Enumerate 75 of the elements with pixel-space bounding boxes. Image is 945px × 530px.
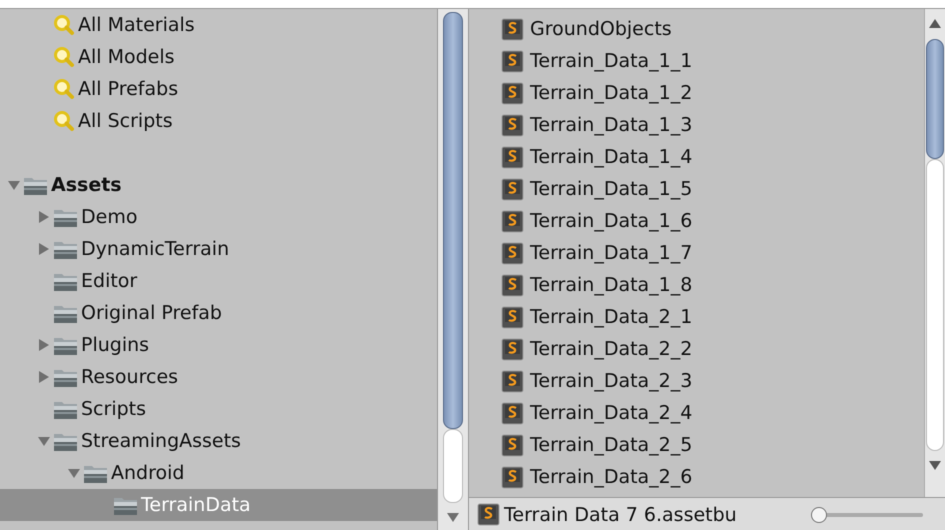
- script-file-icon: [501, 338, 524, 360]
- scroll-up-icon: [929, 17, 941, 29]
- scrollbar-thumb[interactable]: [926, 39, 944, 159]
- asset-item[interactable]: Terrain_Data_1_4: [530, 145, 692, 169]
- folder-label: DynamicTerrain: [81, 237, 230, 261]
- collapse-arrow-icon[interactable]: [38, 435, 50, 447]
- asset-item[interactable]: Terrain_Data_1_6: [530, 209, 692, 233]
- script-file-icon: [501, 210, 524, 232]
- selected-asset-name: Terrain Data 7 6.assetbu: [504, 504, 737, 526]
- folder-label: StreamingAssets: [81, 429, 241, 453]
- script-file-icon: [501, 114, 524, 136]
- saved-search-item[interactable]: All Scripts: [78, 109, 173, 133]
- asset-item[interactable]: Terrain_Data_2_3: [530, 369, 692, 393]
- asset-item[interactable]: Terrain_Data_2_2: [530, 337, 692, 361]
- folder-label: Plugins: [81, 333, 150, 357]
- folder-label: Android: [111, 461, 184, 485]
- scrollbar-thumb[interactable]: [443, 12, 463, 429]
- script-file-icon: [501, 274, 524, 296]
- script-file-icon: [501, 82, 524, 104]
- search-icon: [53, 78, 75, 100]
- asset-item[interactable]: Terrain_Data_1_8: [530, 273, 692, 297]
- expand-arrow-icon[interactable]: [38, 211, 50, 223]
- expand-arrow-icon[interactable]: [38, 339, 50, 351]
- asset-item[interactable]: GroundObjects: [530, 17, 672, 41]
- folder-row[interactable]: DynamicTerrain: [0, 233, 437, 265]
- folder-label: Resources: [81, 365, 178, 389]
- asset-item[interactable]: Terrain_Data_1_7: [530, 241, 692, 265]
- folder-label: Demo: [81, 205, 138, 229]
- folder-row[interactable]: Demo: [0, 201, 437, 233]
- asset-item[interactable]: Terrain_Data_1_5: [530, 177, 692, 201]
- asset-item[interactable]: Terrain_Data_2_4: [530, 401, 692, 425]
- folder-row[interactable]: Assets: [0, 169, 437, 201]
- script-file-icon: [501, 18, 524, 40]
- asset-item[interactable]: Terrain_Data_2_1: [530, 305, 692, 329]
- folder-row[interactable]: Editor: [0, 265, 437, 297]
- collapse-arrow-icon[interactable]: [68, 467, 80, 479]
- script-file-icon: [501, 178, 524, 200]
- script-file-icon: [501, 370, 524, 392]
- scroll-down-icon: [929, 459, 941, 471]
- script-file-icon: [501, 402, 524, 424]
- zoom-slider[interactable]: [813, 506, 923, 522]
- folder-label: Assets: [51, 173, 122, 197]
- expand-arrow-icon[interactable]: [38, 371, 50, 383]
- script-file-icon: [501, 466, 524, 488]
- script-file-icon: [501, 146, 524, 168]
- asset-item[interactable]: Terrain_Data_1_3: [530, 113, 692, 137]
- asset-item[interactable]: Terrain_Data_1_2: [530, 81, 692, 105]
- slider-thumb[interactable]: [811, 506, 827, 522]
- script-file-icon: [501, 306, 524, 328]
- folder-label: Original Prefab: [81, 301, 222, 325]
- folder-row[interactable]: Original Prefab: [0, 297, 437, 329]
- collapse-arrow-icon[interactable]: [8, 179, 20, 191]
- saved-search-item[interactable]: All Materials: [78, 13, 195, 37]
- search-icon: [53, 46, 75, 68]
- saved-search-item[interactable]: All Models: [78, 45, 175, 69]
- script-file-icon: [501, 50, 524, 72]
- expand-arrow-icon[interactable]: [38, 243, 50, 255]
- asset-item[interactable]: Terrain_Data_2_6: [530, 465, 692, 489]
- folder-row[interactable]: Resources: [0, 361, 437, 393]
- saved-search-item[interactable]: All Prefabs: [78, 77, 178, 101]
- folder-row[interactable]: Scripts: [0, 393, 437, 425]
- asset-item[interactable]: Terrain_Data_1_1: [530, 49, 692, 73]
- script-file-icon: [501, 434, 524, 456]
- folder-row[interactable]: Plugins: [0, 329, 437, 361]
- search-icon: [53, 14, 75, 36]
- folder-label: TerrainData: [141, 493, 251, 517]
- script-file-icon: [501, 242, 524, 264]
- folder-label: Scripts: [81, 397, 146, 421]
- folder-row[interactable]: StreamingAssets: [0, 425, 437, 457]
- asset-item[interactable]: Terrain_Data_2_5: [530, 433, 692, 457]
- folder-row[interactable]: Android: [0, 457, 437, 489]
- script-file-icon: [477, 503, 500, 526]
- scroll-down-icon: [447, 511, 459, 523]
- search-icon: [53, 110, 75, 132]
- folder-label: Editor: [81, 269, 138, 293]
